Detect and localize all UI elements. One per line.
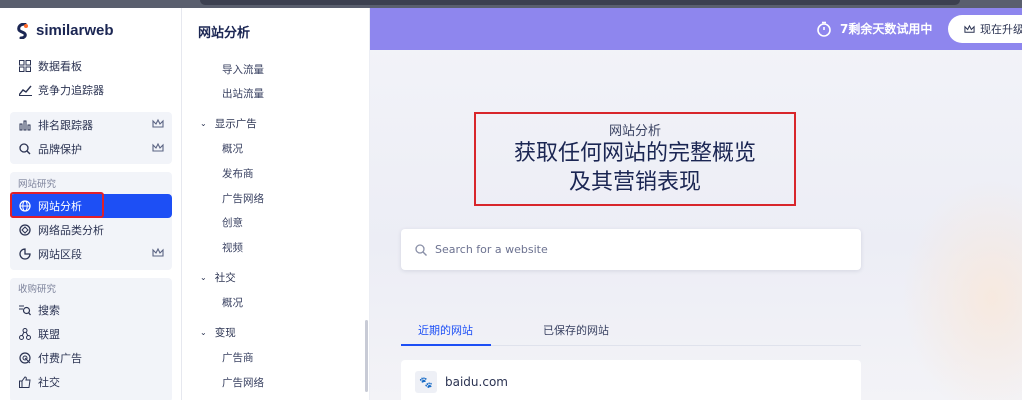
tab-saved-sites[interactable]: 已保存的网站 [526, 322, 626, 346]
sidebar-item-paid-ads[interactable]: 付费广告 [10, 346, 172, 370]
website-search-input[interactable]: Search for a website [401, 229, 861, 270]
timer-icon [817, 21, 831, 37]
hero-subtitle: 网站分析 [608, 124, 661, 139]
subnav-section-label: 社交 [214, 272, 236, 284]
thumbs-up-icon [18, 375, 32, 389]
hero-highlight-box: 网站分析 获取任何网站的完整概览 及其营销表现 [474, 112, 796, 206]
subnav-item-incoming-traffic[interactable]: 导入流量 [222, 62, 264, 77]
sidebar-item-competitive-tracker[interactable]: 竞争力追踪器 [10, 78, 172, 102]
subnav-section-label: 变现 [214, 327, 236, 339]
chevron-down-icon: ⌄ [200, 273, 207, 282]
sidebar-item-rank-tracker[interactable]: 排名跟踪器 [10, 113, 172, 137]
crown-icon [964, 24, 975, 33]
sidebar-item-social[interactable]: 社交 [10, 370, 172, 394]
crown-icon [152, 142, 164, 152]
baidu-favicon-icon: 🐾 [415, 371, 437, 393]
browser-top-strip [0, 0, 1022, 8]
site-name: baidu.com [445, 375, 508, 389]
upgrade-label: 现在升级 [980, 23, 1022, 36]
main-sidebar: similarweb 数据看板 竞争力追踪器 排名跟踪器 品牌保护 网站研究 网… [0, 8, 182, 400]
group-title-acquisition: 收购研究 [18, 284, 57, 295]
recent-site-item[interactable]: 🐾 baidu.com [401, 360, 861, 400]
sidebar-item-label: 网络品类分析 [38, 224, 104, 237]
sidebar-item-category-analysis[interactable]: 网络品类分析 [10, 218, 172, 242]
chevron-down-icon: ⌄ [200, 328, 207, 337]
group-title-website-research: 网站研究 [18, 179, 57, 190]
keyword-search-icon [18, 303, 32, 317]
category-icon [18, 223, 32, 237]
trend-line-icon [18, 83, 32, 97]
subnav-section-social[interactable]: ⌄ 社交 [200, 270, 236, 285]
trial-text: 7剩余天数试用中 [840, 22, 933, 36]
trial-status: 7剩余天数试用中 [816, 20, 932, 37]
subnav-item-monetization-ad-networks[interactable]: 广告网络 [222, 375, 264, 390]
upgrade-button[interactable]: 现在升级 [948, 15, 1022, 43]
hero-title-line1: 获取任何网站的完整概览 [513, 141, 756, 166]
hero-title-line2: 及其营销表现 [568, 170, 701, 195]
sidebar-item-label: 社交 [38, 376, 60, 389]
sidebar-item-label: 排名跟踪器 [38, 119, 93, 132]
sidebar-item-label: 付费广告 [38, 352, 82, 365]
sub-navigation: 网站分析 导入流量 出站流量 ⌄ 显示广告 概况 发布商 广告网络 创意 视频 … [182, 8, 370, 400]
main-content: 7剩余天数试用中 现在升级 网站分析 获取任何网站的完整概览 及其营销表现 Se… [370, 8, 1022, 400]
subnav-item-creatives[interactable]: 创意 [222, 215, 243, 230]
similarweb-logo[interactable]: similarweb [16, 22, 114, 39]
decorative-gradient [902, 178, 1022, 400]
bar-chart-icon [18, 118, 32, 132]
sidebar-item-website-segments[interactable]: 网站区段 [10, 242, 172, 266]
subnav-section-display-ads[interactable]: ⌄ 显示广告 [200, 116, 257, 131]
subnav-title: 网站分析 [198, 26, 251, 41]
highlight-box-sidebar [10, 192, 104, 218]
subnav-item-overview[interactable]: 概况 [222, 141, 243, 156]
sidebar-item-label: 竞争力追踪器 [38, 84, 104, 97]
search-placeholder: Search for a website [435, 243, 548, 256]
subnav-item-advertisers[interactable]: 广告商 [222, 350, 254, 365]
site-tabs: 近期的网站 已保存的网站 [401, 322, 626, 346]
sidebar-item-affiliate[interactable]: 联盟 [10, 322, 172, 346]
similarweb-logo-icon [17, 22, 28, 39]
segment-icon [18, 247, 32, 261]
subnav-item-social-overview[interactable]: 概况 [222, 295, 243, 310]
sidebar-item-dashboard[interactable]: 数据看板 [10, 54, 172, 78]
subnav-item-publishers[interactable]: 发布商 [222, 166, 254, 181]
sidebar-item-label: 网站区段 [38, 248, 82, 261]
sidebar-item-label: 搜索 [38, 304, 60, 317]
ads-target-icon [18, 351, 32, 365]
subnav-item-ad-networks[interactable]: 广告网络 [222, 191, 264, 206]
subnav-section-monetization[interactable]: ⌄ 变现 [200, 325, 236, 340]
subnav-section-label: 显示广告 [214, 118, 257, 130]
sidebar-item-label: 数据看板 [38, 60, 82, 73]
sidebar-item-label: 品牌保护 [38, 143, 82, 156]
affiliate-icon [18, 327, 32, 341]
crown-icon [152, 247, 164, 257]
dashboard-icon [18, 59, 32, 73]
sidebar-item-brand-protection[interactable]: 品牌保护 [10, 137, 172, 161]
subnav-item-outgoing-traffic[interactable]: 出站流量 [222, 86, 264, 101]
logo-text: similarweb [36, 22, 114, 39]
subnav-item-videos[interactable]: 视频 [222, 240, 243, 255]
chevron-down-icon: ⌄ [200, 119, 207, 128]
search-icon [415, 243, 427, 256]
brand-search-icon [18, 142, 32, 156]
sidebar-item-search[interactable]: 搜索 [10, 298, 172, 322]
crown-icon [152, 118, 164, 128]
active-tab-indicator [401, 344, 491, 346]
tab-recent-sites[interactable]: 近期的网站 [401, 322, 490, 346]
subnav-scrollbar[interactable] [365, 320, 368, 392]
sidebar-item-label: 联盟 [38, 328, 60, 341]
